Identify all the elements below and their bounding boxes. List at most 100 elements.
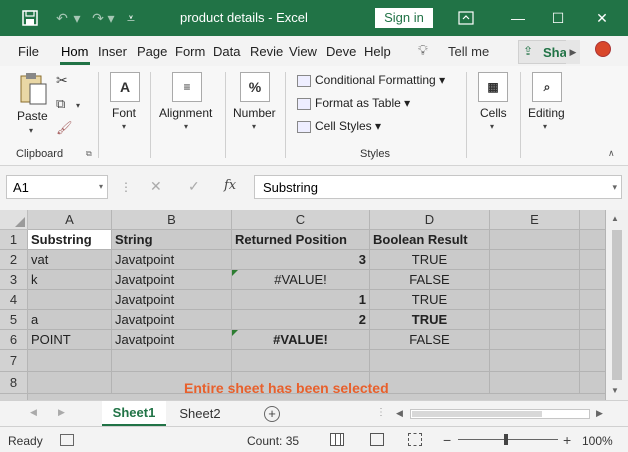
cell-d5[interactable]: TRUE — [370, 310, 490, 330]
cells-icon[interactable]: ▦ — [478, 72, 508, 102]
font-dropdown-icon[interactable]: ▾ — [122, 122, 126, 131]
cell-d3[interactable]: FALSE — [370, 270, 490, 290]
cell-e4[interactable] — [490, 290, 580, 310]
column-header-b[interactable]: B — [112, 210, 232, 230]
alignment-button[interactable]: Alignment — [159, 106, 212, 120]
column-header-c[interactable]: C — [232, 210, 370, 230]
cell-b2[interactable]: Javatpoint — [112, 250, 232, 270]
paste-dropdown-icon[interactable]: ▾ — [29, 126, 33, 135]
tab-file[interactable]: File — [18, 44, 39, 59]
vertical-scrollbar[interactable]: ▲ ▼ — [606, 210, 628, 400]
row-header-3[interactable]: 3 — [0, 270, 28, 290]
conditional-formatting-button[interactable]: Conditional Formatting ▾ — [297, 73, 445, 87]
cell-b1[interactable]: String — [112, 230, 232, 250]
row-header-7[interactable]: 7 — [0, 350, 28, 372]
select-all-button[interactable] — [0, 210, 28, 230]
maximize-button[interactable]: ☐ — [548, 0, 568, 36]
worksheet-grid[interactable]: A B C D E 1 2 3 4 5 6 7 8 Substring Stri… — [0, 210, 628, 400]
cell-a4[interactable] — [28, 290, 112, 310]
zoom-out-icon[interactable]: − — [443, 432, 451, 448]
cell-e6[interactable] — [490, 330, 580, 350]
tab-help[interactable]: Help — [364, 44, 391, 59]
sign-in-button[interactable]: Sign in — [375, 8, 433, 28]
row-header-2[interactable]: 2 — [0, 250, 28, 270]
number-button[interactable]: Number — [233, 106, 276, 120]
cell-d4[interactable]: TRUE — [370, 290, 490, 310]
cell-e5[interactable] — [490, 310, 580, 330]
cell-e8[interactable] — [490, 372, 580, 394]
font-icon[interactable]: A — [110, 72, 140, 102]
tab-scroll-right-icon[interactable]: ▶ — [566, 40, 580, 64]
tab-page-layout[interactable]: Page — [137, 44, 167, 59]
formula-bar-resize-icon[interactable]: ⋮ — [120, 180, 132, 194]
font-button[interactable]: Font — [112, 106, 136, 120]
next-sheet-icon[interactable]: ▶ — [58, 407, 65, 418]
collapse-ribbon-icon[interactable]: ∧ — [608, 148, 615, 159]
name-box-dropdown-icon[interactable]: ▾ — [99, 182, 103, 191]
expand-formula-icon[interactable]: ▾ — [612, 182, 617, 193]
cell-f8[interactable] — [580, 372, 606, 394]
scroll-down-icon[interactable]: ▼ — [611, 386, 619, 395]
copy-dropdown-icon[interactable]: ▾ — [76, 101, 80, 110]
number-dropdown-icon[interactable]: ▾ — [252, 122, 256, 131]
redo-dropdown-icon[interactable]: ▾ — [106, 0, 116, 36]
cell-a7[interactable] — [28, 350, 112, 372]
cell-a6[interactable]: POINT — [28, 330, 112, 350]
minimize-button[interactable]: — — [508, 0, 528, 36]
cell-a2[interactable]: vat — [28, 250, 112, 270]
editing-button[interactable]: Editing — [528, 106, 565, 120]
cell-f4[interactable] — [580, 290, 606, 310]
column-header-e[interactable]: E — [490, 210, 580, 230]
copy-icon[interactable]: ⧉ — [56, 96, 65, 112]
tab-insert[interactable]: Inser — [98, 44, 127, 59]
horizontal-scroll-thumb[interactable] — [412, 411, 542, 417]
cell-d7[interactable] — [370, 350, 490, 372]
insert-function-icon[interactable]: fx — [224, 178, 236, 193]
column-header-d[interactable]: D — [370, 210, 490, 230]
cell-a3[interactable]: k — [28, 270, 112, 290]
cell-b5[interactable]: Javatpoint — [112, 310, 232, 330]
alignment-dropdown-icon[interactable]: ▾ — [184, 122, 188, 131]
cancel-icon[interactable]: ✕ — [150, 178, 162, 195]
cell-e7[interactable] — [490, 350, 580, 372]
ribbon-display-options-icon[interactable] — [456, 0, 476, 36]
tab-split-handle-icon[interactable]: ⋮ — [376, 407, 386, 418]
cell-f1[interactable] — [580, 230, 606, 250]
column-header-a[interactable]: A — [28, 210, 112, 230]
cut-icon[interactable]: ✂ — [56, 72, 68, 89]
cell-e3[interactable] — [490, 270, 580, 290]
undo-dropdown-icon[interactable]: ▾ — [72, 0, 82, 36]
clipboard-launcher-icon[interactable]: ⧉ — [86, 149, 92, 159]
cell-styles-button[interactable]: Cell Styles ▾ — [297, 119, 381, 133]
undo-icon[interactable]: ↶ — [52, 0, 72, 36]
previous-sheet-icon[interactable]: ◀ — [30, 407, 37, 418]
zoom-level[interactable]: 100% — [582, 434, 613, 448]
cell-f2[interactable] — [580, 250, 606, 270]
paste-button[interactable]: Paste — [17, 109, 48, 123]
column-header-f[interactable] — [580, 210, 606, 230]
cell-f3[interactable] — [580, 270, 606, 290]
scroll-up-icon[interactable]: ▲ — [611, 214, 619, 223]
tab-developer[interactable]: Deve — [326, 44, 356, 59]
zoom-slider-thumb[interactable] — [504, 434, 508, 445]
share-button[interactable]: ⇪ Shar — [518, 40, 572, 64]
cell-b4[interactable]: Javatpoint — [112, 290, 232, 310]
cell-a5[interactable]: a — [28, 310, 112, 330]
normal-view-icon[interactable] — [330, 433, 344, 446]
row-header-1[interactable]: 1 — [0, 230, 28, 250]
format-as-table-button[interactable]: Format as Table ▾ — [297, 96, 410, 110]
cell-d1[interactable]: Boolean Result — [370, 230, 490, 250]
tab-review[interactable]: Revie — [250, 44, 283, 59]
scroll-left-icon[interactable]: ◀ — [396, 408, 403, 419]
tab-data[interactable]: Data — [213, 44, 240, 59]
new-sheet-icon[interactable]: + — [264, 406, 280, 422]
cell-f5[interactable] — [580, 310, 606, 330]
cell-c3[interactable]: #VALUE! — [232, 270, 370, 290]
redo-icon[interactable]: ↷ — [88, 0, 108, 36]
number-format-icon[interactable]: % — [240, 72, 270, 102]
cell-d6[interactable]: FALSE — [370, 330, 490, 350]
cell-c7[interactable] — [232, 350, 370, 372]
cell-e1[interactable] — [490, 230, 580, 250]
cell-c4[interactable]: 1 — [232, 290, 370, 310]
editing-dropdown-icon[interactable]: ▾ — [543, 122, 547, 131]
